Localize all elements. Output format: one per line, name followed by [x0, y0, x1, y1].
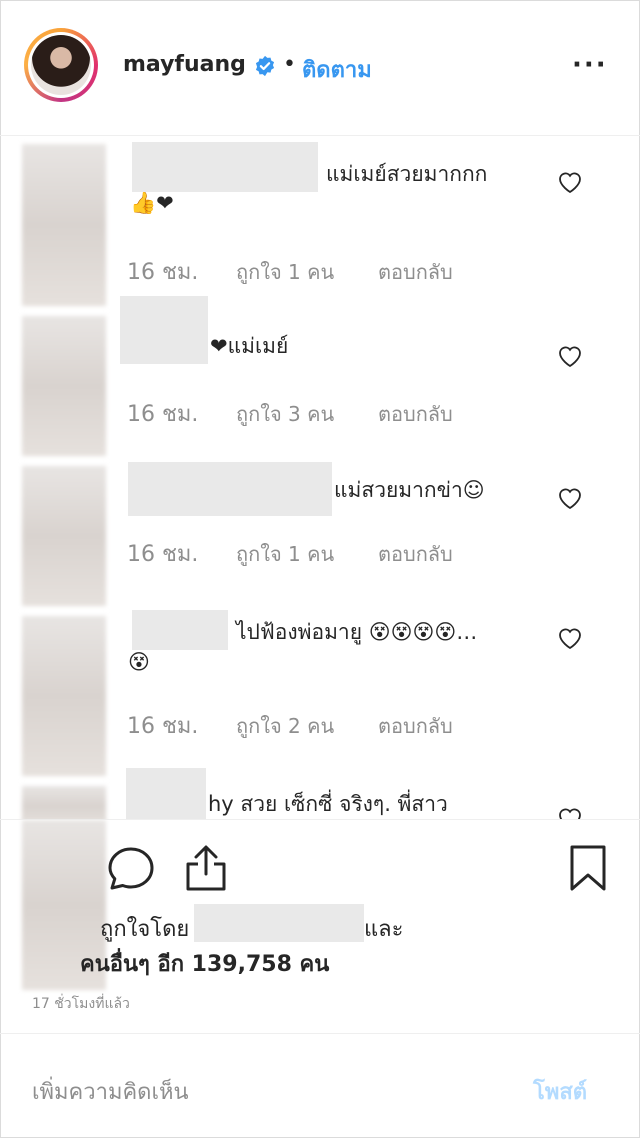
separator-dot: • — [283, 52, 296, 77]
follow-button[interactable]: ติดตาม — [302, 52, 372, 87]
share-icon[interactable] — [184, 844, 228, 892]
liked-by-label: ถูกใจโดย — [100, 917, 190, 942]
comment-text: ❤แม่เมย์ — [210, 334, 289, 358]
redacted-username — [126, 768, 206, 819]
comment-likes[interactable]: ถูกใจ 1 คน — [236, 256, 334, 288]
heart-icon[interactable] — [557, 486, 583, 510]
comment-text: แม่สวยมากข่า☺ — [334, 478, 485, 502]
redacted-username — [132, 142, 318, 192]
add-comment-bar: เพิ่มความคิดเห็น โพสต์ — [0, 1033, 640, 1138]
comment-likes[interactable]: ถูกใจ 1 คน — [236, 538, 334, 570]
post-timestamp: 17 ชั่วโมงที่แล้ว — [32, 996, 130, 1012]
redacted-username — [120, 296, 208, 364]
reply-button[interactable]: ตอบกลับ — [378, 710, 453, 742]
comment-text-continued: 😵 — [128, 650, 150, 674]
username[interactable]: mayfuang — [123, 52, 246, 77]
reply-button[interactable]: ตอบกลับ — [378, 538, 453, 570]
comment-likes[interactable]: ถูกใจ 3 คน — [236, 398, 334, 430]
comment-text: hy สวย เซ็กซี่ จริงๆ. พี่สาว — [208, 792, 448, 816]
reply-button[interactable]: ตอบกลับ — [378, 256, 453, 288]
post-actions: ถูกใจโดย และ คนอื่นๆ อีก 139,758 คน 17 ช… — [0, 819, 640, 1033]
redacted-username — [132, 610, 228, 650]
liked-by-and: และ — [364, 917, 404, 942]
bookmark-icon[interactable] — [569, 844, 607, 892]
redacted-username — [194, 904, 364, 942]
reply-button[interactable]: ตอบกลับ — [378, 398, 453, 430]
redacted-username — [128, 462, 332, 516]
more-options-button[interactable]: ··· — [572, 50, 608, 80]
comment-text: แม่เมย์สวยมากกก — [326, 162, 488, 186]
post-header: mayfuang • ติดตาม ··· — [0, 0, 640, 136]
post-button[interactable]: โพสต์ — [533, 1074, 587, 1109]
comment-time: 16 ชม. — [127, 714, 199, 739]
comment-time: 16 ชม. — [127, 402, 199, 427]
comment-item: แม่เมย์สวยมากกก 👍❤ 16 ชม. ถูกใจ 1 คน ตอบ… — [0, 136, 640, 306]
comment-item: hy สวย เซ็กซี่ จริงๆ. พี่สาว — [0, 768, 640, 819]
comment-time: 16 ชม. — [127, 260, 199, 285]
comment-time: 16 ชม. — [127, 542, 199, 567]
comment-text: ไปฟ้องพ่อมายู 😵😵😵😵… — [236, 620, 478, 644]
likes-count[interactable]: คนอื่นๆ อีก 139,758 คน — [80, 946, 329, 981]
heart-icon[interactable] — [557, 806, 583, 819]
comment-item: ไปฟ้องพ่อมายู 😵😵😵😵… 😵 16 ชม. ถูกใจ 2 คน … — [0, 606, 640, 756]
comment-item: ❤แม่เมย์ 16 ชม. ถูกใจ 3 คน ตอบกลับ — [0, 296, 640, 436]
heart-icon[interactable] — [557, 626, 583, 650]
heart-icon[interactable] — [557, 344, 583, 368]
verified-badge-icon — [255, 55, 275, 77]
comment-item: แม่สวยมากข่า☺ 16 ชม. ถูกใจ 1 คน ตอบกลับ — [0, 462, 640, 602]
heart-icon[interactable] — [557, 170, 583, 194]
avatar-image — [31, 35, 91, 95]
comments-list[interactable]: แม่เมย์สวยมากกก 👍❤ 16 ชม. ถูกใจ 1 คน ตอบ… — [0, 136, 640, 819]
avatar[interactable] — [24, 28, 98, 102]
comment-input[interactable]: เพิ่มความคิดเห็น — [32, 1074, 189, 1109]
comment-likes[interactable]: ถูกใจ 2 คน — [236, 710, 334, 742]
comment-icon[interactable] — [107, 846, 155, 892]
comment-text-continued: 👍❤ — [130, 191, 174, 215]
